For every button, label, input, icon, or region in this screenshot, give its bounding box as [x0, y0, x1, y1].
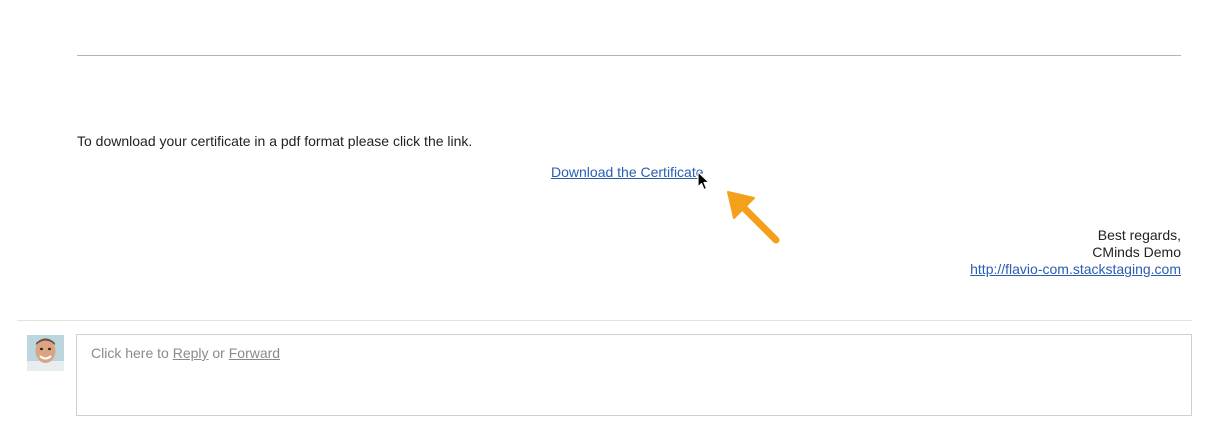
signature-website-link[interactable]: http://flavio-com.stackstaging.com — [970, 261, 1181, 278]
mouse-pointer-icon — [697, 171, 710, 191]
message-body-text: To download your certificate in a pdf fo… — [77, 133, 473, 149]
header-divider — [77, 55, 1181, 56]
reply-divider — [17, 320, 1192, 321]
reply-link[interactable]: Reply — [173, 345, 209, 361]
signature-sender: CMinds Demo — [1092, 244, 1181, 260]
user-avatar — [27, 335, 64, 371]
signature-block: Best regards, CMinds Demo http://flavio-… — [970, 227, 1181, 278]
forward-link[interactable]: Forward — [229, 345, 280, 361]
signature-closing: Best regards, — [1097, 227, 1181, 243]
reply-prompt: Click here to Reply or Forward — [91, 345, 280, 361]
reply-prompt-prefix: Click here to — [91, 345, 173, 361]
email-view: To download your certificate in a pdf fo… — [0, 0, 1208, 436]
orange-arrow-icon — [727, 191, 780, 244]
avatar-icon — [27, 335, 64, 371]
download-certificate-link[interactable]: Download the Certificate — [551, 164, 704, 180]
reply-or-text: or — [208, 345, 229, 361]
reply-box[interactable]: Click here to Reply or Forward — [76, 334, 1192, 416]
